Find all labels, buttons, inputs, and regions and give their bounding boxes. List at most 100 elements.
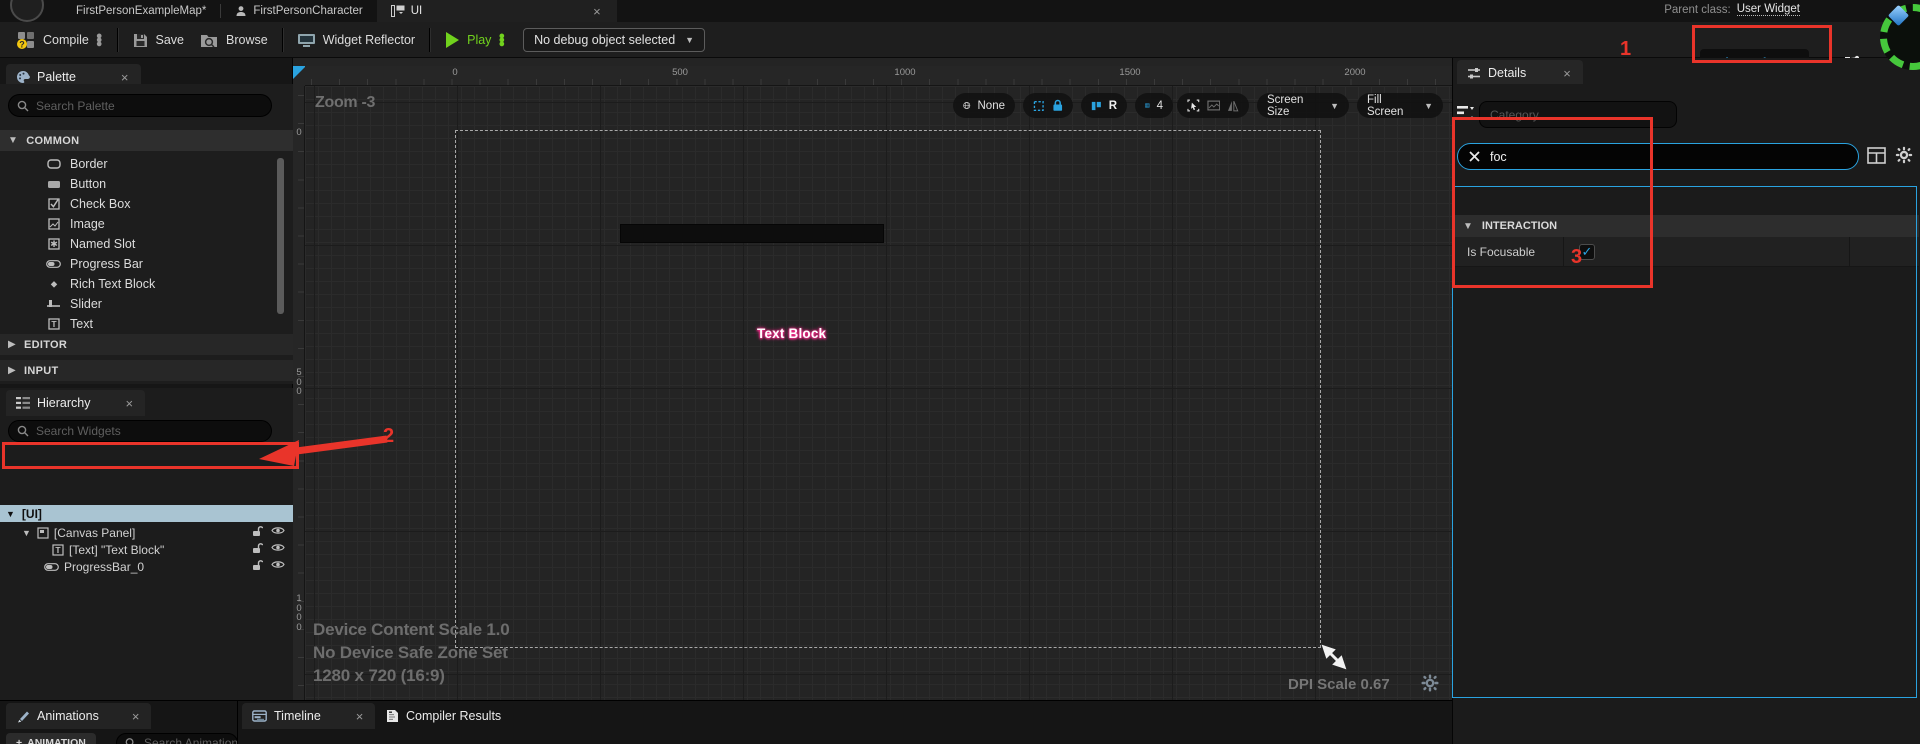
grid-icon[interactable]	[1145, 99, 1150, 112]
palette-search-input[interactable]	[9, 95, 271, 116]
palette-panel: Palette × ▼ COMMON Border	[0, 58, 293, 386]
browse-button[interactable]: Browse	[192, 22, 276, 58]
lock-icon[interactable]	[1052, 99, 1064, 112]
columns-icon[interactable]	[1091, 100, 1102, 112]
add-animation-button[interactable]: + ANIMATION	[6, 733, 96, 744]
fill-screen-dropdown[interactable]: Fill Screen ▼	[1357, 93, 1443, 118]
marquee-select-icon[interactable]	[1033, 100, 1045, 112]
dpi-scale-label: DPI Scale 0.67	[1288, 676, 1390, 693]
save-button[interactable]: Save	[124, 22, 193, 58]
unlocked-icon[interactable]	[251, 542, 263, 554]
hierarchy-tab[interactable]: Hierarchy ×	[6, 390, 145, 416]
is-focusable-label: Is Focusable	[1467, 245, 1535, 259]
close-icon[interactable]: ×	[130, 710, 142, 723]
details-search-input[interactable]	[1490, 150, 1848, 164]
tab-first-person-character[interactable]: FirstPersonCharacter	[221, 0, 376, 22]
section-editor[interactable]: ▶ EDITOR	[0, 334, 293, 355]
property-matrix-icon[interactable]	[1867, 147, 1886, 164]
tab-first-person-example-map[interactable]: FirstPersonExampleMap*	[62, 0, 220, 22]
timeline-tab[interactable]: Timeline ×	[242, 703, 375, 729]
chevron-down-icon[interactable]: ▼	[22, 528, 31, 538]
palette-scrollbar[interactable]	[277, 158, 284, 314]
text-block-widget[interactable]: Text Block	[757, 326, 826, 341]
compile-button[interactable]: ? Compile ●●●	[8, 22, 111, 58]
details-tab[interactable]: Details ×	[1457, 60, 1583, 86]
view-options-icon[interactable]	[1457, 105, 1475, 121]
palette-search[interactable]	[8, 94, 272, 117]
tab-ui[interactable]: UI ×	[377, 0, 617, 22]
compile-label: Compile	[43, 33, 89, 47]
hierarchy-search-input[interactable]	[9, 421, 271, 441]
category-filter-field[interactable]	[1479, 101, 1677, 128]
hierarchy-row-canvas-panel[interactable]: ▼ [Canvas Panel]	[0, 524, 293, 541]
compiler-results-tab-label: Compiler Results	[406, 709, 501, 723]
palette-item-button[interactable]: Button	[0, 174, 277, 194]
animations-tab[interactable]: Animations ×	[6, 703, 151, 729]
viewport-tools-group	[1177, 93, 1249, 118]
ruler-tick-label: 1000	[294, 594, 304, 632]
hierarchy-search[interactable]	[8, 420, 272, 442]
palette-item-label: Border	[70, 157, 108, 171]
column-divider[interactable]	[1563, 237, 1564, 267]
widget-reflector-icon	[297, 33, 316, 48]
category-filter-input[interactable]	[1480, 102, 1676, 127]
palette-item-named-slot[interactable]: ✱ Named Slot	[0, 234, 277, 254]
grid-snap-size-value[interactable]: 4	[1157, 100, 1163, 112]
text-icon: T	[52, 544, 64, 556]
close-icon[interactable]: ×	[354, 710, 366, 723]
play-label: Play	[467, 33, 491, 47]
canvas-grid-area[interactable]: Zoom -3 None R 4	[305, 86, 1452, 700]
close-icon[interactable]: ×	[119, 71, 131, 84]
palette-item-image[interactable]: Image	[0, 214, 277, 234]
play-options-dots-icon[interactable]: ●●●	[498, 34, 505, 46]
visibility-eye-icon[interactable]	[271, 525, 285, 536]
compile-options-dots-icon[interactable]: ●●●	[96, 34, 103, 46]
palette-item-slider[interactable]: Slider	[0, 294, 277, 314]
hierarchy-row-progressbar[interactable]: ProgressBar_0	[0, 558, 293, 575]
interaction-section-header[interactable]: ▼ INTERACTION	[1453, 215, 1919, 237]
compiler-results-icon	[386, 709, 399, 723]
parent-class-link[interactable]: User Widget	[1737, 3, 1800, 16]
section-common[interactable]: ▼ COMMON	[0, 130, 293, 151]
dpi-settings-gear-icon[interactable]	[1421, 674, 1439, 692]
hierarchy-row-text-block[interactable]: T [Text] "Text Block"	[0, 541, 293, 558]
close-icon[interactable]: ×	[591, 5, 603, 18]
chevron-down-icon[interactable]: ▼	[6, 509, 15, 519]
play-button[interactable]: Play ●●●	[436, 22, 513, 58]
unlocked-icon[interactable]	[251, 559, 263, 571]
palette-item-text[interactable]: T Text	[0, 314, 277, 334]
close-icon[interactable]: ×	[124, 397, 136, 410]
mirror-flip-icon[interactable]	[1227, 100, 1239, 112]
widget-reflector-button[interactable]: Widget Reflector	[289, 22, 423, 58]
palette-item-check-box[interactable]: Check Box	[0, 194, 277, 214]
details-settings-gear-icon[interactable]	[1895, 146, 1913, 164]
preview-target-dropdown[interactable]: None	[953, 93, 1015, 118]
respect-locks-toggle[interactable]: R	[1109, 100, 1117, 112]
dock-divider[interactable]	[237, 701, 238, 744]
vertical-ruler: 0 500 1000	[293, 86, 305, 700]
root-widget-outline[interactable]	[455, 130, 1321, 648]
close-icon[interactable]: ×	[1561, 67, 1573, 80]
details-search-field[interactable]	[1457, 143, 1859, 170]
cursor-select-icon[interactable]	[1187, 99, 1200, 112]
palette-item-border[interactable]: Border	[0, 154, 277, 174]
visibility-eye-icon[interactable]	[271, 559, 285, 570]
animations-search[interactable]	[116, 733, 238, 744]
texture-preview-icon[interactable]	[1207, 100, 1221, 111]
hierarchy-row-ui[interactable]: ▼ [UI]	[0, 505, 293, 522]
section-input[interactable]: ▶ INPUT	[0, 360, 293, 381]
ruler-tick-label: 1500	[1119, 67, 1140, 78]
clear-search-icon[interactable]	[1468, 150, 1481, 163]
screen-size-dropdown[interactable]: Screen Size ▼	[1257, 93, 1349, 118]
designer-viewport[interactable]: 0 500 1000 1500 2000 0 500 1000 Zoom -3 …	[293, 58, 1452, 700]
palette-item-label: Check Box	[70, 197, 130, 211]
unlocked-icon[interactable]	[251, 525, 263, 537]
timeline-tab-label: Timeline	[274, 709, 321, 723]
visibility-eye-icon[interactable]	[271, 542, 285, 553]
palette-item-rich-text-block[interactable]: Rich Text Block	[0, 274, 277, 294]
palette-item-progress-bar[interactable]: Progress Bar	[0, 254, 277, 274]
progress-bar-widget[interactable]	[620, 224, 884, 243]
debug-object-dropdown[interactable]: No debug object selected ▼	[523, 28, 705, 52]
compiler-results-tab[interactable]: Compiler Results	[376, 703, 511, 729]
search-icon	[17, 425, 29, 437]
